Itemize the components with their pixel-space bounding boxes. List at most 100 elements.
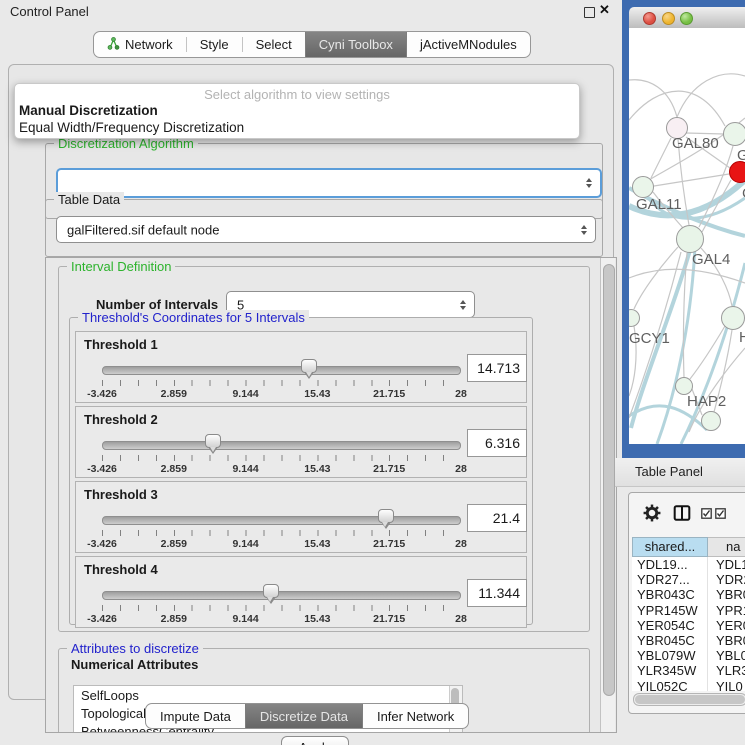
threshold-value-field[interactable]: 21.4 xyxy=(467,504,527,532)
table-data-group-title: Table Data xyxy=(54,192,124,207)
cell-name[interactable]: YDL1 xyxy=(708,557,745,572)
network-node[interactable] xyxy=(676,225,704,253)
close-traffic-light[interactable] xyxy=(643,12,656,25)
slider-thumb[interactable] xyxy=(301,359,317,373)
gear-icon[interactable] xyxy=(643,504,661,525)
checkbox-icon[interactable] xyxy=(715,507,726,522)
threshold-value-field[interactable]: 6.316 xyxy=(467,429,527,457)
scrollbar-thumb[interactable] xyxy=(603,264,615,696)
table-row[interactable]: YDR27... YDR2 xyxy=(632,572,745,587)
tick-label: -3.426 xyxy=(87,613,117,625)
cell-name[interactable]: YBR0 xyxy=(708,587,745,602)
slider-thumb[interactable] xyxy=(263,584,279,598)
scrollbar-thumb[interactable] xyxy=(635,695,745,704)
zoom-traffic-light[interactable] xyxy=(680,12,693,25)
table-data-combobox[interactable]: galFiltered.sif default node xyxy=(56,216,596,243)
algorithm-option-equal-width[interactable]: Equal Width/Frequency Discretization xyxy=(19,120,244,135)
network-node[interactable] xyxy=(632,176,654,198)
tick-label: 21.715 xyxy=(373,613,405,625)
table-panel-title: Table Panel xyxy=(635,464,703,479)
app-window: Control Panel ✕ Network Style Select Cyn… xyxy=(0,0,745,745)
algorithm-combobox[interactable] xyxy=(56,168,602,198)
cell-shared-name[interactable]: YBR043C xyxy=(632,587,708,602)
table-hscrollbar[interactable] xyxy=(633,693,745,706)
tab-jactivemnodules[interactable]: jActiveMNodules xyxy=(407,32,530,57)
tab-network[interactable]: Network xyxy=(94,32,186,57)
tick-label: 28 xyxy=(455,613,467,625)
tick-label: 28 xyxy=(455,463,467,475)
close-icon[interactable]: ✕ xyxy=(599,2,610,18)
cell-name[interactable]: YER0 xyxy=(708,618,745,633)
slider-track[interactable] xyxy=(102,516,461,525)
tick-label: 21.715 xyxy=(373,538,405,550)
cell-name[interactable]: YDR2 xyxy=(708,572,745,587)
cell-name[interactable]: YBR0 xyxy=(708,633,745,648)
cell-name[interactable]: YPR1 xyxy=(708,603,745,618)
network-canvas[interactable]: GAL80GCGAL11GAL4GCY1HHAP2 xyxy=(629,28,745,444)
cell-shared-name[interactable]: YER054C xyxy=(632,618,708,633)
attribute-item[interactable]: SelfLoops xyxy=(74,686,462,704)
checkbox-icon[interactable] xyxy=(701,507,712,522)
column-header-shared-name[interactable]: shared... xyxy=(632,537,708,557)
slider-track[interactable] xyxy=(102,441,461,450)
thresholds-group: Threshold's Coordinates for 5 Intervals … xyxy=(69,317,533,625)
cell-shared-name[interactable]: YDL19... xyxy=(632,557,708,572)
tab-infer-label: Infer Network xyxy=(377,709,454,724)
table-row[interactable]: YIL052C YIL0 xyxy=(632,679,745,692)
minimize-traffic-light[interactable] xyxy=(662,12,675,25)
split-columns-icon[interactable] xyxy=(673,504,691,525)
tab-cyni-toolbox[interactable]: Cyni Toolbox xyxy=(305,32,407,57)
table-row[interactable]: YPR145W YPR1 xyxy=(632,603,745,618)
settings-scrollbar[interactable] xyxy=(600,258,615,732)
slider-thumb[interactable] xyxy=(205,434,221,448)
cell-shared-name[interactable]: YIL052C xyxy=(632,679,708,692)
network-node[interactable] xyxy=(729,161,745,183)
cell-shared-name[interactable]: YPR145W xyxy=(632,603,708,618)
table-panel-bar: Table Panel xyxy=(615,458,745,487)
table-row[interactable]: YLR345W YLR3 xyxy=(632,663,745,678)
panel-title: Control Panel xyxy=(10,4,89,19)
cell-shared-name[interactable]: YBL079W xyxy=(632,648,708,663)
cell-shared-name[interactable]: YBR045C xyxy=(632,633,708,648)
tick-label: 2.859 xyxy=(161,388,187,400)
tab-infer-network[interactable]: Infer Network xyxy=(363,704,468,728)
network-window-titlebar[interactable] xyxy=(629,7,745,29)
algorithm-dropdown-popup: Select algorithm to view settings Manual… xyxy=(14,83,580,139)
tick-label: 9.144 xyxy=(232,463,258,475)
table-row[interactable]: YBR043C YBR0 xyxy=(632,587,745,602)
tab-discretize-data[interactable]: Discretize Data xyxy=(245,704,363,728)
cell-shared-name[interactable]: YDR27... xyxy=(632,572,708,587)
threshold-value-field[interactable]: 14.713 xyxy=(467,354,527,382)
tab-select[interactable]: Select xyxy=(243,32,305,57)
column-header-name[interactable]: na xyxy=(708,537,745,557)
table-row[interactable]: YER054C YER0 xyxy=(632,618,745,633)
network-node[interactable] xyxy=(701,411,721,431)
tab-impute-data[interactable]: Impute Data xyxy=(146,704,245,728)
slider-track[interactable] xyxy=(102,591,461,600)
table-row[interactable]: YBR045C YBR0 xyxy=(632,633,745,648)
cyni-bottom-tabs: Impute Data Discretize Data Infer Networ… xyxy=(145,703,469,729)
tab-discretize-label: Discretize Data xyxy=(260,709,348,724)
slider-ticks xyxy=(102,530,461,536)
table-row[interactable]: YDL19... YDL1 xyxy=(632,557,745,572)
threshold-value-field[interactable]: 11.344 xyxy=(467,579,527,607)
apply-button[interactable]: Apply xyxy=(281,736,349,745)
cell-shared-name[interactable]: YLR345W xyxy=(632,663,708,678)
slider-track[interactable] xyxy=(102,366,461,375)
tick-label: 9.144 xyxy=(232,538,258,550)
cell-name[interactable]: YLR3 xyxy=(708,663,745,678)
algorithm-option-manual[interactable]: Manual Discretization xyxy=(19,103,158,118)
table-row[interactable]: YBL079W YBL0 xyxy=(632,648,745,663)
cell-name[interactable]: YBL0 xyxy=(708,648,745,663)
tab-style[interactable]: Style xyxy=(187,32,242,57)
network-node[interactable] xyxy=(723,122,745,146)
cell-name[interactable]: YIL0 xyxy=(708,679,743,692)
slider-ticks xyxy=(102,455,461,461)
float-window-icon[interactable] xyxy=(584,7,595,18)
tick-label: 9.144 xyxy=(232,613,258,625)
network-node[interactable] xyxy=(721,306,745,330)
tab-style-label: Style xyxy=(200,37,229,52)
tick-label: 28 xyxy=(455,388,467,400)
tick-label: 15.43 xyxy=(304,388,330,400)
slider-thumb[interactable] xyxy=(378,509,394,523)
